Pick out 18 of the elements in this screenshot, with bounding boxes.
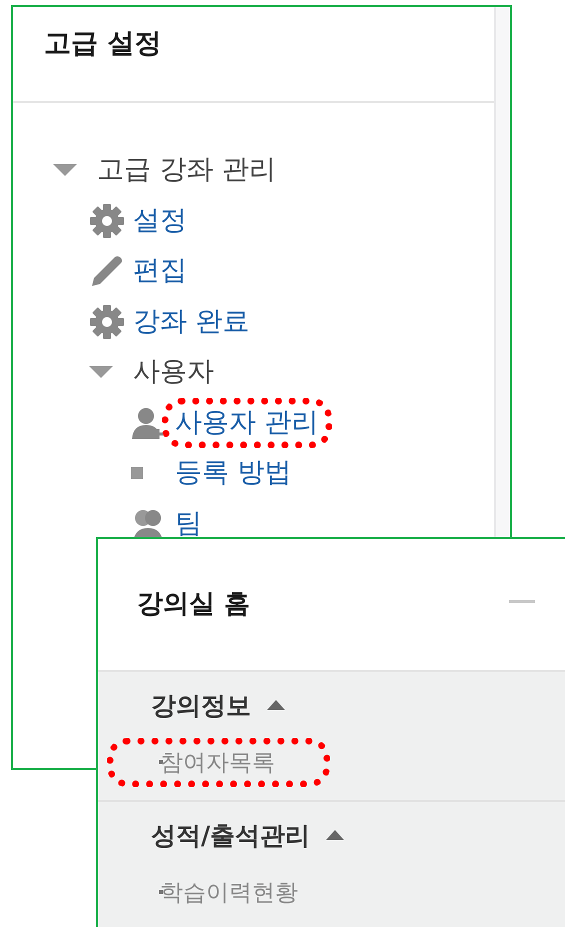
tree-item[interactable]: 사용자 관리 (162, 398, 332, 448)
minus-icon[interactable] (509, 600, 535, 604)
gear-icon (89, 202, 125, 239)
section-header[interactable]: 강의정보 (151, 688, 251, 722)
tree-item[interactable]: 편집 (133, 255, 187, 288)
tree-item[interactable]: 사용자 (133, 356, 214, 388)
panel-title: 고급 설정 (44, 28, 162, 59)
tree-item[interactable]: 등록 방법 (175, 457, 292, 490)
square-icon (131, 467, 143, 480)
bullet-icon (159, 890, 163, 894)
section-header[interactable]: 성적/출석관리 (151, 818, 310, 852)
gear-icon (89, 304, 125, 340)
bullet-icon (159, 760, 163, 764)
tree-item[interactable]: 팀 (175, 508, 202, 540)
tree-item[interactable]: 강좌 완료 (133, 306, 250, 338)
tree-item[interactable]: 고급 강좌 관리 (97, 154, 276, 186)
panel-title: 강의실 홈 (137, 588, 250, 621)
tree-item[interactable]: 설정 (133, 204, 187, 237)
